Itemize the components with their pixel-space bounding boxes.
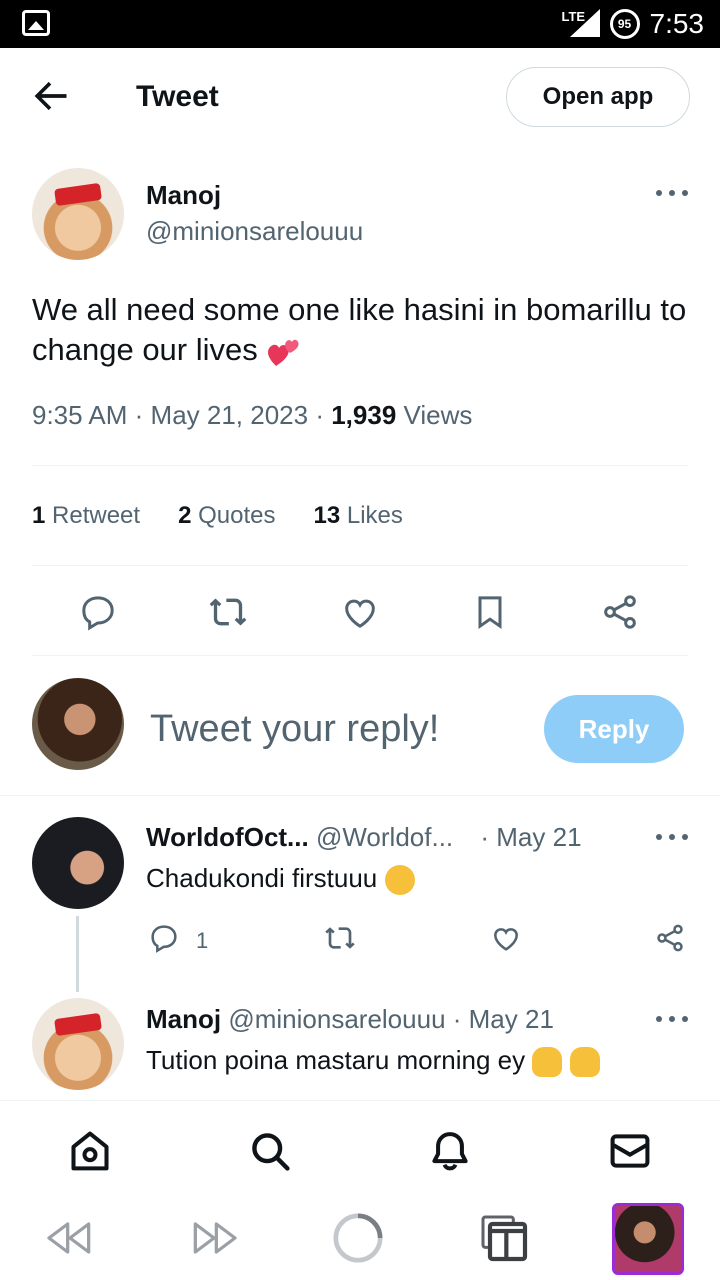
tweet-body: We all need some one like hasini in boma… [32,292,687,367]
reply-date[interactable]: · May 21 [453,1004,554,1034]
tweet-date[interactable]: May 21, 2023 [151,400,309,430]
reply-header: Manoj @minionsarelouuu · May 21 [146,1004,554,1035]
retweet-icon[interactable] [324,922,356,954]
reply-author-name[interactable]: WorldofOct... [146,822,309,852]
views-count: 1,939 [331,400,397,430]
reply-body: Chadukondi firstuuu [146,863,378,893]
tweet-time[interactable]: 9:35 AM [32,400,127,430]
likes-stat[interactable]: 13 Likes [314,502,403,530]
page-title: Tweet [136,80,219,113]
tweet-meta: 9:35 AM · May 21, 2023 · 1,939 Views [32,400,473,430]
bookmark-icon[interactable] [470,592,510,632]
views-label: Views [403,400,473,430]
reply-button[interactable]: Reply [544,695,684,763]
back-icon[interactable] [42,1210,98,1266]
reload-icon[interactable] [330,1210,386,1266]
back-arrow-icon[interactable] [28,74,72,118]
hand-over-mouth-emoji-icon [384,865,415,896]
reply-header: WorldofOct... @Worldof... · May 21 [146,822,582,853]
top-bar: Tweet Open app [0,48,720,146]
author-handle[interactable]: @minionsarelouuu [146,216,363,247]
reply-icon[interactable] [78,592,118,632]
forward-icon[interactable] [186,1210,242,1266]
open-app-button[interactable]: Open app [506,67,690,127]
battery-icon: 95 [609,9,640,39]
author-name[interactable]: Manoj [146,180,221,211]
divider [32,655,688,656]
retweets-stat[interactable]: 1 Retweet [32,502,140,530]
notifications-icon[interactable] [428,1129,472,1173]
reply-author-handle[interactable]: @Worldof... [316,822,453,852]
divider [32,465,688,466]
raised-hands-emoji-icon [569,1047,600,1078]
divider [0,795,720,796]
clock: 7:53 [649,8,705,39]
user-avatar[interactable] [32,678,124,770]
signal-icon: LTE [560,9,600,39]
tabs-icon[interactable] [476,1210,532,1266]
reply-author-name[interactable]: Manoj [146,1004,221,1034]
retweet-icon[interactable] [208,592,248,632]
image-notification-icon [22,10,50,36]
more-options-icon[interactable] [656,188,688,198]
share-icon[interactable] [654,922,686,954]
reply-body: Tution poina mastaru morning ey [146,1045,526,1075]
home-icon[interactable] [68,1129,112,1173]
raised-hands-emoji-icon [532,1047,563,1078]
reply-author-handle[interactable]: @minionsarelouuu [228,1004,445,1034]
more-options-icon[interactable] [656,1014,688,1024]
reply-icon[interactable] [148,922,180,954]
thread-line [76,916,79,992]
like-icon[interactable] [490,922,522,954]
quotes-stat[interactable]: 2 Quotes [178,502,275,530]
divider [32,565,688,566]
like-icon[interactable] [340,592,380,632]
reply-avatar[interactable] [32,998,124,1090]
search-icon[interactable] [248,1129,292,1173]
reply-avatar[interactable] [32,817,124,909]
reply-input[interactable]: Tweet your reply! [150,708,439,751]
author-avatar[interactable] [32,168,124,260]
more-options-icon[interactable] [656,832,688,842]
tweet-actions [0,588,720,636]
messages-icon[interactable] [608,1129,652,1173]
reply-text: Chadukondi firstuuu [146,863,415,896]
reply-count: 1 [196,928,209,953]
reply-text: Tution poina mastaru morning ey [146,1045,600,1078]
status-bar: LTE 95 7:53 [0,0,720,48]
tweet-text: We all need some one like hasini in boma… [32,290,692,370]
two-hearts-icon [268,339,299,366]
share-icon[interactable] [600,592,640,632]
tweet-stats: 1 Retweet 2 Quotes 13 Likes [32,502,403,530]
tab-thumbnail[interactable] [612,1203,684,1275]
bottom-navigation [0,1100,720,1196]
reply-date[interactable]: · May 21 [480,822,581,852]
